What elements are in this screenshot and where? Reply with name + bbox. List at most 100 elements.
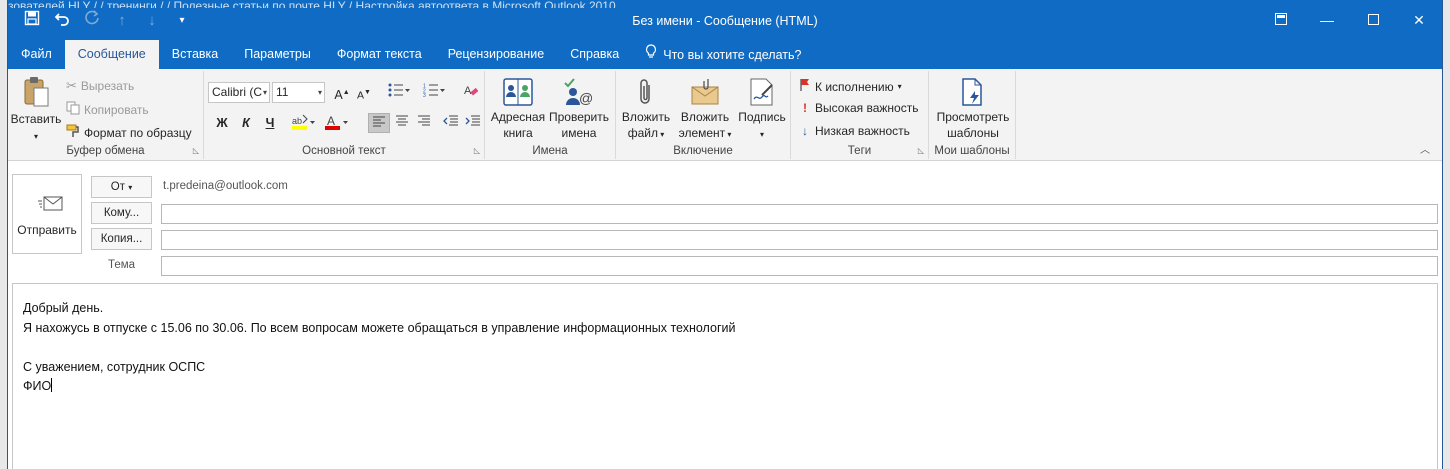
message-window: зователей HLY / / тренинги / / Полезные …: [7, 0, 1443, 469]
attach-file-label-1: Вложить: [621, 110, 671, 124]
message-body[interactable]: Добрый день. Я нахожусь в отпуске с 15.0…: [12, 283, 1438, 469]
collapse-ribbon-icon[interactable]: ︿: [1420, 141, 1430, 156]
title-bar: зователей HLY / / тренинги / / Полезные …: [8, 0, 1442, 40]
from-dropdown-icon: ▾: [128, 183, 133, 192]
tab-format-text[interactable]: Формат текста: [324, 40, 435, 69]
numbering-icon[interactable]: 123: [419, 83, 449, 103]
group-basic-text: Calibri (С ▾ 11 ▾ A▲ A▼ 123 A Ж К Ч ab A…: [204, 71, 485, 159]
copy-icon: [66, 101, 80, 118]
font-name-combo[interactable]: Calibri (С ▾: [208, 82, 270, 103]
body-line: [23, 338, 1427, 358]
check-names-button[interactable]: @ Проверить имена: [547, 77, 611, 141]
shrink-font-icon[interactable]: A▼: [353, 83, 375, 103]
svg-text:A: A: [464, 85, 472, 97]
group-templates: Просмотреть шаблоны Мои шаблоны: [929, 71, 1016, 159]
body-last-line: ФИО: [23, 377, 1427, 397]
svg-text:@: @: [579, 90, 593, 106]
bold-button[interactable]: Ж: [211, 113, 233, 133]
to-button[interactable]: Кому...: [91, 202, 152, 224]
italic-button[interactable]: К: [235, 113, 257, 133]
body-line: Добрый день.: [23, 301, 104, 315]
format-painter-label: Формат по образцу: [84, 125, 192, 140]
ribbon-display-icon[interactable]: [1258, 0, 1304, 40]
send-button[interactable]: Отправить: [12, 174, 82, 254]
tab-help[interactable]: Справка: [557, 40, 632, 69]
align-left-icon[interactable]: [368, 113, 390, 133]
cc-button[interactable]: Копия...: [91, 228, 152, 250]
paperclip-icon: [640, 79, 650, 104]
svg-text:3: 3: [423, 93, 426, 97]
grow-font-icon[interactable]: A▲: [331, 83, 353, 103]
font-size-combo[interactable]: 11 ▾: [272, 82, 325, 103]
group-include-label: Включение: [673, 145, 733, 157]
tags-launcher-icon[interactable]: ◺: [918, 146, 924, 155]
subject-field[interactable]: [161, 256, 1438, 276]
tab-options[interactable]: Параметры: [231, 40, 324, 69]
address-book-button[interactable]: Адресная книга: [487, 77, 549, 141]
exclamation-icon: !: [803, 101, 807, 115]
paste-label: Вставить: [10, 112, 62, 126]
lightbulb-icon: [645, 41, 657, 69]
bullets-icon[interactable]: [384, 83, 414, 103]
group-tags-label: Теги: [847, 145, 872, 157]
body-line: Я нахожусь в отпуске с 15.06 по 30.06. П…: [23, 320, 736, 335]
send-icon: [38, 196, 63, 211]
font-color-icon[interactable]: A: [322, 113, 352, 133]
tab-review[interactable]: Рецензирование: [435, 40, 558, 69]
basic-text-launcher-icon[interactable]: ◺: [474, 146, 480, 155]
tab-message[interactable]: Сообщение: [64, 40, 159, 69]
followup-dropdown-icon: ▾: [897, 82, 902, 91]
left-background-strip: [0, 0, 7, 469]
increase-indent-icon[interactable]: [462, 113, 484, 133]
signature-dropdown-icon: ▾: [759, 130, 764, 139]
check-names-label-1: Проверить: [548, 110, 609, 124]
high-importance-button[interactable]: ! Высокая важность: [799, 101, 918, 115]
copy-button[interactable]: Копировать: [66, 101, 149, 118]
attach-item-label-2: элемент: [678, 126, 726, 140]
tab-file[interactable]: Файл: [8, 40, 65, 69]
to-field[interactable]: [161, 204, 1438, 224]
font-size-value: 11: [276, 85, 289, 99]
align-center-icon[interactable]: [391, 113, 413, 133]
text-cursor: [51, 378, 53, 392]
paste-icon: [24, 77, 49, 107]
font-name-dropdown-icon: ▾: [262, 88, 267, 97]
followup-label: К исполнению: [815, 79, 894, 94]
signature-button[interactable]: Подпись ▾: [736, 77, 788, 143]
low-importance-button[interactable]: ↓ Низкая важность: [799, 124, 910, 138]
align-right-icon[interactable]: [413, 113, 435, 133]
cut-button[interactable]: ✂ Вырезать: [66, 78, 134, 94]
background-window-text: зователей HLY / / тренинги / / Полезные …: [8, 0, 616, 8]
from-address: t.predeina@outlook.com: [163, 180, 288, 192]
svg-text:A: A: [327, 114, 335, 128]
right-background-strip: [1443, 0, 1450, 469]
paste-button[interactable]: Вставить ▾: [10, 75, 62, 145]
attach-item-button[interactable]: Вложить элемент ▾: [676, 77, 734, 143]
paste-dropdown-icon: ▾: [33, 132, 38, 141]
maximize-icon[interactable]: [1350, 0, 1396, 40]
clipboard-launcher-icon[interactable]: ◺: [193, 146, 199, 155]
group-tags: К исполнению ▾ ! Высокая важность ↓ Низк…: [791, 71, 929, 159]
clear-formatting-icon[interactable]: A: [461, 83, 483, 103]
from-button[interactable]: От ▾: [91, 176, 152, 198]
group-include: Вложить файл ▾ Вложить элемент ▾ Подпись…: [616, 71, 791, 159]
close-icon[interactable]: ✕: [1396, 0, 1442, 40]
format-painter-button[interactable]: Формат по образцу: [66, 124, 192, 141]
highlight-color-icon[interactable]: ab: [289, 113, 319, 133]
tab-insert[interactable]: Вставка: [159, 40, 231, 69]
underline-button[interactable]: Ч: [259, 113, 281, 133]
high-importance-label: Высокая важность: [815, 101, 919, 115]
body-line: С уважением, сотрудник ОСПС: [23, 359, 206, 374]
window-title: Без имени - Сообщение (HTML): [632, 14, 818, 28]
cc-field[interactable]: [161, 230, 1438, 250]
minimize-icon[interactable]: —: [1304, 0, 1350, 40]
group-clipboard-label: Буфер обмена: [66, 145, 145, 157]
view-templates-label-2: шаблоны: [947, 126, 999, 140]
attach-file-dropdown-icon: ▾: [658, 130, 665, 139]
tell-me-label: Что вы хотите сделать?: [663, 47, 802, 62]
decrease-indent-icon[interactable]: [440, 113, 462, 133]
view-templates-button[interactable]: Просмотреть шаблоны: [931, 77, 1015, 141]
tell-me-box[interactable]: Что вы хотите сделать?: [632, 40, 814, 69]
attach-file-button[interactable]: Вложить файл ▾: [618, 77, 674, 143]
followup-button[interactable]: К исполнению ▾: [799, 78, 902, 95]
